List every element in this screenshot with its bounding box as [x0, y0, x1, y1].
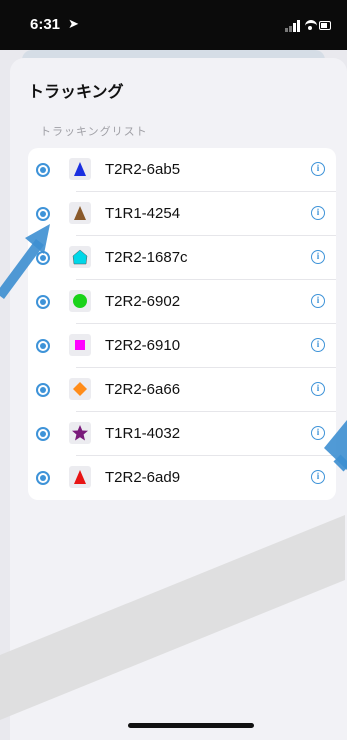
- status-time: 6:31: [30, 16, 61, 33]
- track-label: T2R2-6910: [105, 337, 181, 354]
- symbol-icon: [69, 202, 91, 224]
- symbol-icon: [69, 246, 91, 268]
- tracking-list: T2R2-6ab5 i T1R1-4254 i T2R2-1687c i T2R…: [28, 148, 336, 500]
- tracking-row[interactable]: T2R2-6a66 i: [28, 368, 336, 412]
- info-icon[interactable]: i: [311, 426, 325, 440]
- track-label: T2R2-6ad9: [105, 469, 181, 486]
- info-icon[interactable]: i: [311, 250, 325, 264]
- section-header: トラッキングリスト: [40, 126, 148, 138]
- eye-icon[interactable]: [36, 207, 50, 221]
- tracking-row[interactable]: T1R1-4254 i: [28, 192, 336, 236]
- eye-icon[interactable]: [36, 163, 50, 177]
- info-icon[interactable]: i: [311, 338, 325, 352]
- signal-bar-icon: [297, 20, 300, 32]
- track-label: T1R1-4254: [105, 205, 181, 222]
- tracking-sheet: トラッキング トラッキングリスト T2R2-6ab5 i T1R1-4254 i…: [10, 58, 347, 740]
- info-icon[interactable]: i: [311, 470, 325, 484]
- signal-bar-icon: [289, 26, 292, 32]
- symbol-icon: [69, 334, 91, 356]
- info-icon[interactable]: i: [311, 206, 325, 220]
- sheet-title: トラッキング: [28, 84, 124, 101]
- track-label: T2R2-6ab5: [105, 161, 181, 178]
- status-icons: [285, 20, 333, 32]
- tracking-row[interactable]: T2R2-6902 i: [28, 280, 336, 324]
- eye-icon[interactable]: [36, 383, 50, 397]
- info-icon[interactable]: i: [311, 162, 325, 176]
- home-indicator: [128, 723, 254, 728]
- symbol-icon: [69, 290, 91, 312]
- signal-bar-icon: [293, 23, 296, 32]
- info-icon[interactable]: i: [311, 294, 325, 308]
- status-bar: 6:31 ➤: [0, 0, 347, 50]
- symbol-icon: [69, 466, 91, 488]
- track-label: T2R2-1687c: [105, 249, 188, 266]
- eye-icon[interactable]: [36, 295, 50, 309]
- tracking-row[interactable]: T2R2-1687c i: [28, 236, 336, 280]
- location-arrow-icon: ➤: [68, 16, 79, 31]
- battery-icon: [319, 21, 331, 30]
- symbol-icon: [69, 422, 91, 444]
- track-label: T2R2-6902: [105, 293, 181, 310]
- eye-icon[interactable]: [36, 339, 50, 353]
- eye-icon[interactable]: [36, 427, 50, 441]
- eye-icon[interactable]: [36, 251, 50, 265]
- symbol-icon: [69, 378, 91, 400]
- track-label: T2R2-6a66: [105, 381, 181, 398]
- tracking-row[interactable]: T1R1-4032 i: [28, 412, 336, 456]
- wifi-icon: [305, 20, 317, 32]
- symbol-icon: [69, 158, 91, 180]
- signal-bar-icon: [285, 28, 288, 32]
- tracking-row[interactable]: T2R2-6ad9 i: [28, 456, 336, 500]
- tracking-row[interactable]: T2R2-6ab5 i: [28, 148, 336, 192]
- info-icon[interactable]: i: [311, 382, 325, 396]
- track-label: T1R1-4032: [105, 425, 181, 442]
- eye-icon[interactable]: [36, 471, 50, 485]
- tracking-row[interactable]: T2R2-6910 i: [28, 324, 336, 368]
